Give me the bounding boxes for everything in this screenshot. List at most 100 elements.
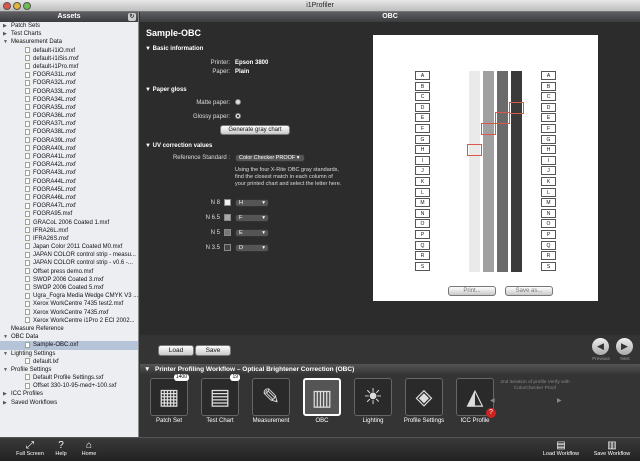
matte-paper-radio[interactable] bbox=[235, 99, 241, 105]
tree-item[interactable]: Default Profile Settings.sxf bbox=[0, 374, 138, 382]
generate-gray-chart-button[interactable]: Generate gray chart bbox=[220, 125, 290, 135]
uv-letter-select[interactable]: E ▾ bbox=[235, 229, 269, 237]
tree-item[interactable]: FOGRA42L.mxf bbox=[0, 161, 138, 169]
uv-row-label: N 8 bbox=[210, 200, 220, 206]
tree-item[interactable]: default.lxf bbox=[0, 358, 138, 366]
paper-gloss-section[interactable]: ▼ Paper gloss bbox=[145, 87, 187, 93]
tree-item[interactable]: FOGRA31L.mxf bbox=[0, 71, 138, 79]
home-button[interactable]: ⌂ Home bbox=[78, 441, 100, 458]
workflow-step[interactable]: ▦ 1400 Patch Set bbox=[148, 374, 190, 426]
disclosure-open-icon[interactable]: ▼ bbox=[3, 366, 8, 374]
chart-letter-left: E bbox=[415, 113, 430, 123]
tree-item[interactable]: SWOP 2006 Coated 5.mxf bbox=[0, 284, 138, 292]
tree-item[interactable]: IFRA26S.mxf bbox=[0, 235, 138, 243]
tree-item[interactable]: JAPAN COLOR control strip - measu... bbox=[0, 251, 138, 259]
tree-item[interactable]: Ugra_Fogra Media Wedge CMYK V3 ... bbox=[0, 292, 138, 300]
tree-item[interactable]: FOGRA43L.mxf bbox=[0, 169, 138, 177]
load-workflow-button[interactable]: ▤ Load Workflow bbox=[540, 441, 582, 458]
tree-item[interactable]: FOGRA41L.mxf bbox=[0, 153, 138, 161]
chevron-down-icon: ▾ bbox=[262, 230, 265, 236]
tree-item[interactable]: FOGRA35L.mxf bbox=[0, 104, 138, 112]
tree-item[interactable]: FOGRA46L.mxf bbox=[0, 194, 138, 202]
tree-item[interactable]: GRACoL 2006 Coated 1.mxf bbox=[0, 218, 138, 227]
file-icon bbox=[25, 358, 30, 365]
tree-item[interactable]: FOGRA34L.mxf bbox=[0, 96, 138, 104]
disclosure-closed-icon[interactable]: ▶ bbox=[3, 399, 7, 407]
tree-item[interactable]: Xerox WorkCentre 7435 test2.mxf bbox=[0, 300, 138, 308]
uv-correction-section[interactable]: ▼ UV correction values bbox=[145, 143, 212, 149]
tree-group[interactable]: ▼ Profile Settings bbox=[0, 366, 138, 374]
disclosure-closed-icon[interactable]: ▶ bbox=[3, 22, 7, 30]
uv-letter-value: D bbox=[239, 245, 243, 251]
disclosure-open-icon[interactable]: ▼ bbox=[3, 350, 8, 358]
file-icon bbox=[25, 87, 30, 94]
basic-info-section[interactable]: ▼ Basic information bbox=[145, 46, 203, 52]
workflow-step[interactable]: ☀ Lighting bbox=[352, 378, 394, 426]
next-step-hint: 2nd iteration of profile Verify with Col… bbox=[500, 380, 570, 391]
tree-item[interactable]: FOGRA95.mxf bbox=[0, 210, 138, 218]
tree-item[interactable]: FOGRA39L.mxf bbox=[0, 137, 138, 145]
tree-group[interactable]: ▶ Saved Workflows bbox=[0, 399, 138, 407]
tree-item[interactable]: Xerox WorkCentre i1Pro 2 ECI 2002... bbox=[0, 317, 138, 325]
full-screen-button[interactable]: ⤢ Full Screen bbox=[14, 441, 46, 458]
workflow-step[interactable]: ◈ Profile Settings bbox=[403, 378, 445, 426]
tree-group[interactable]: ▶ Patch Sets bbox=[0, 22, 138, 30]
disclosure-closed-icon[interactable]: ▶ bbox=[3, 30, 7, 38]
file-icon bbox=[25, 202, 30, 209]
tree-item[interactable]: FOGRA36L.mxf bbox=[0, 112, 138, 120]
tree-group[interactable]: ▶ ICC Profiles bbox=[0, 390, 138, 398]
disclosure-open-icon[interactable]: ▼ bbox=[3, 333, 8, 341]
next-arrow-icon[interactable]: ▶ bbox=[616, 338, 633, 355]
uv-letter-select[interactable]: F ▾ bbox=[235, 214, 269, 222]
save-button[interactable]: Save bbox=[195, 345, 231, 356]
previous-arrow-icon[interactable]: ◀ bbox=[592, 338, 609, 355]
help-icon: ? bbox=[58, 440, 64, 451]
gray-swatch bbox=[224, 199, 231, 206]
tree-item[interactable]: Japan Color 2011 Coated M0.mxf bbox=[0, 243, 138, 251]
tree-item[interactable]: FOGRA44L.mxf bbox=[0, 177, 138, 186]
save-workflow-button[interactable]: ▥ Save Workflow bbox=[590, 441, 634, 458]
collapse-triangle-icon[interactable]: ▼ bbox=[144, 364, 150, 375]
tree-item[interactable]: Sample-OBC.oxf bbox=[0, 341, 138, 350]
tree-item[interactable]: FOGRA38L.mxf bbox=[0, 128, 138, 136]
load-button[interactable]: Load bbox=[158, 345, 194, 356]
tree-group[interactable]: ▼ Lighting Settings bbox=[0, 350, 138, 358]
workflow-step[interactable]: ▤ 19 Test Chart bbox=[199, 374, 241, 426]
print-button[interactable]: Print... bbox=[448, 286, 496, 296]
disclosure-open-icon[interactable]: ▼ bbox=[3, 38, 8, 46]
tree-group[interactable]: ▼ Measurement Data bbox=[0, 38, 138, 46]
tree-item[interactable]: Offset press demo.mxf bbox=[0, 268, 138, 276]
tree-item[interactable]: FOGRA32L.mxf bbox=[0, 79, 138, 87]
tree-item[interactable]: Xerox WorkCentre 7435.mxf bbox=[0, 308, 138, 317]
gray-patch bbox=[483, 208, 494, 220]
tree-item[interactable]: JAPAN COLOR control strip - v0.6 -... bbox=[0, 259, 138, 267]
tree-item[interactable]: Offset 330-10-95-med+-100.sxf bbox=[0, 382, 138, 390]
tree-item[interactable]: default-i1iSis.mxf bbox=[0, 55, 138, 63]
tree-item[interactable]: FOGRA40L.mxf bbox=[0, 145, 138, 153]
tree-item[interactable]: default-i1iO.mxf bbox=[0, 46, 138, 55]
tree-item[interactable]: IFRA26L.mxf bbox=[0, 227, 138, 235]
tree-item[interactable]: FOGRA45L.mxf bbox=[0, 186, 138, 194]
tree-item[interactable]: Measure Reference bbox=[0, 325, 138, 333]
tree-group[interactable]: ▶ Test Charts bbox=[0, 30, 138, 38]
chart-letter-left: C bbox=[415, 92, 430, 102]
glossy-paper-radio[interactable] bbox=[235, 113, 241, 119]
tree-item[interactable]: default-i1Pro.mxf bbox=[0, 63, 138, 71]
tree-item[interactable]: FOGRA37L.mxf bbox=[0, 120, 138, 128]
workflow-step[interactable]: ▥ OBC bbox=[301, 378, 343, 426]
gray-chart-panel: AABBCCDDEEFFGGHHIIJJKKLLMMNNOOPPQQRRSS bbox=[373, 35, 598, 301]
tree-group[interactable]: ▼ OBC Data bbox=[0, 333, 138, 341]
reference-standard-select[interactable]: Color Checker PROOF ▾ bbox=[235, 154, 305, 162]
save-as-button[interactable]: Save as... bbox=[505, 286, 553, 296]
help-button[interactable]: ? Help bbox=[52, 440, 70, 458]
tree-item[interactable]: SWOP 2006 Coated 3.mxf bbox=[0, 276, 138, 284]
uv-letter-select[interactable]: D ▾ bbox=[235, 244, 269, 252]
uv-letter-select[interactable]: H ▾ bbox=[235, 199, 269, 207]
chart-letter-right: A bbox=[541, 71, 556, 80]
refresh-icon[interactable]: ↻ bbox=[128, 13, 136, 21]
tree-item-label: FOGRA47L.mxf bbox=[33, 203, 76, 210]
workflow-step[interactable]: ✎ Measurement bbox=[250, 378, 292, 426]
disclosure-closed-icon[interactable]: ▶ bbox=[3, 390, 7, 398]
tree-item[interactable]: FOGRA47L.mxf bbox=[0, 202, 138, 210]
tree-item[interactable]: FOGRA33L.mxf bbox=[0, 87, 138, 96]
